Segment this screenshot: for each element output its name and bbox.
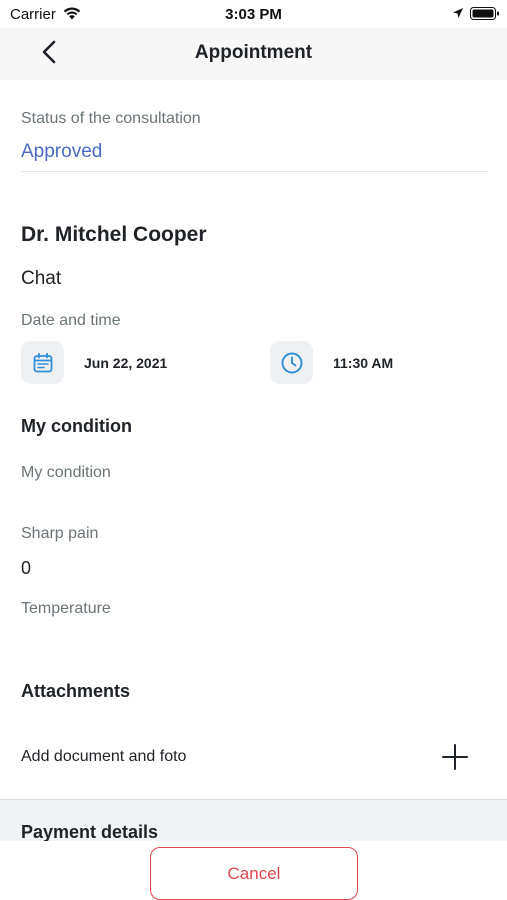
sharp-pain-label: Sharp pain <box>21 525 99 542</box>
add-document-button[interactable] <box>440 742 470 772</box>
payment-details-section: Payment details <box>0 799 507 842</box>
add-document-label[interactable]: Add document and foto <box>21 748 186 766</box>
consultation-type: Chat <box>21 268 62 289</box>
status-time: 3:03 PM <box>225 6 282 23</box>
bottom-action-bar: Cancel <box>0 841 507 900</box>
attachments-title: Attachments <box>21 681 131 701</box>
page-title: Appointment <box>194 42 313 63</box>
temperature-label: Temperature <box>21 600 111 617</box>
consultation-status-label: Status of the consultation <box>21 110 201 127</box>
clock-icon-box <box>270 341 313 384</box>
payment-details-title: Payment details <box>21 822 159 842</box>
calendar-icon <box>33 352 52 372</box>
date-time-label: Date and time <box>21 312 121 329</box>
clock-icon <box>281 352 302 373</box>
doctor-name: Dr. Mitchel Cooper <box>21 223 207 246</box>
location-arrow-icon <box>453 8 463 18</box>
status-bar: Carrier 3:03 PM <box>0 0 507 28</box>
calendar-icon-box <box>21 341 64 384</box>
appointment-time: 11:30 AM <box>333 355 394 371</box>
consultation-status-value: Approved <box>21 141 103 162</box>
my-condition-title: My condition <box>21 416 132 436</box>
cancel-button[interactable]: Cancel <box>150 847 358 900</box>
divider <box>21 171 488 172</box>
plus-icon <box>442 744 468 770</box>
nav-bar: Appointment <box>0 28 507 80</box>
sharp-pain-value: 0 <box>21 558 32 578</box>
battery-icon <box>470 7 499 20</box>
appointment-date: Jun 22, 2021 <box>84 355 168 371</box>
my-condition-field[interactable]: My condition <box>21 464 111 482</box>
